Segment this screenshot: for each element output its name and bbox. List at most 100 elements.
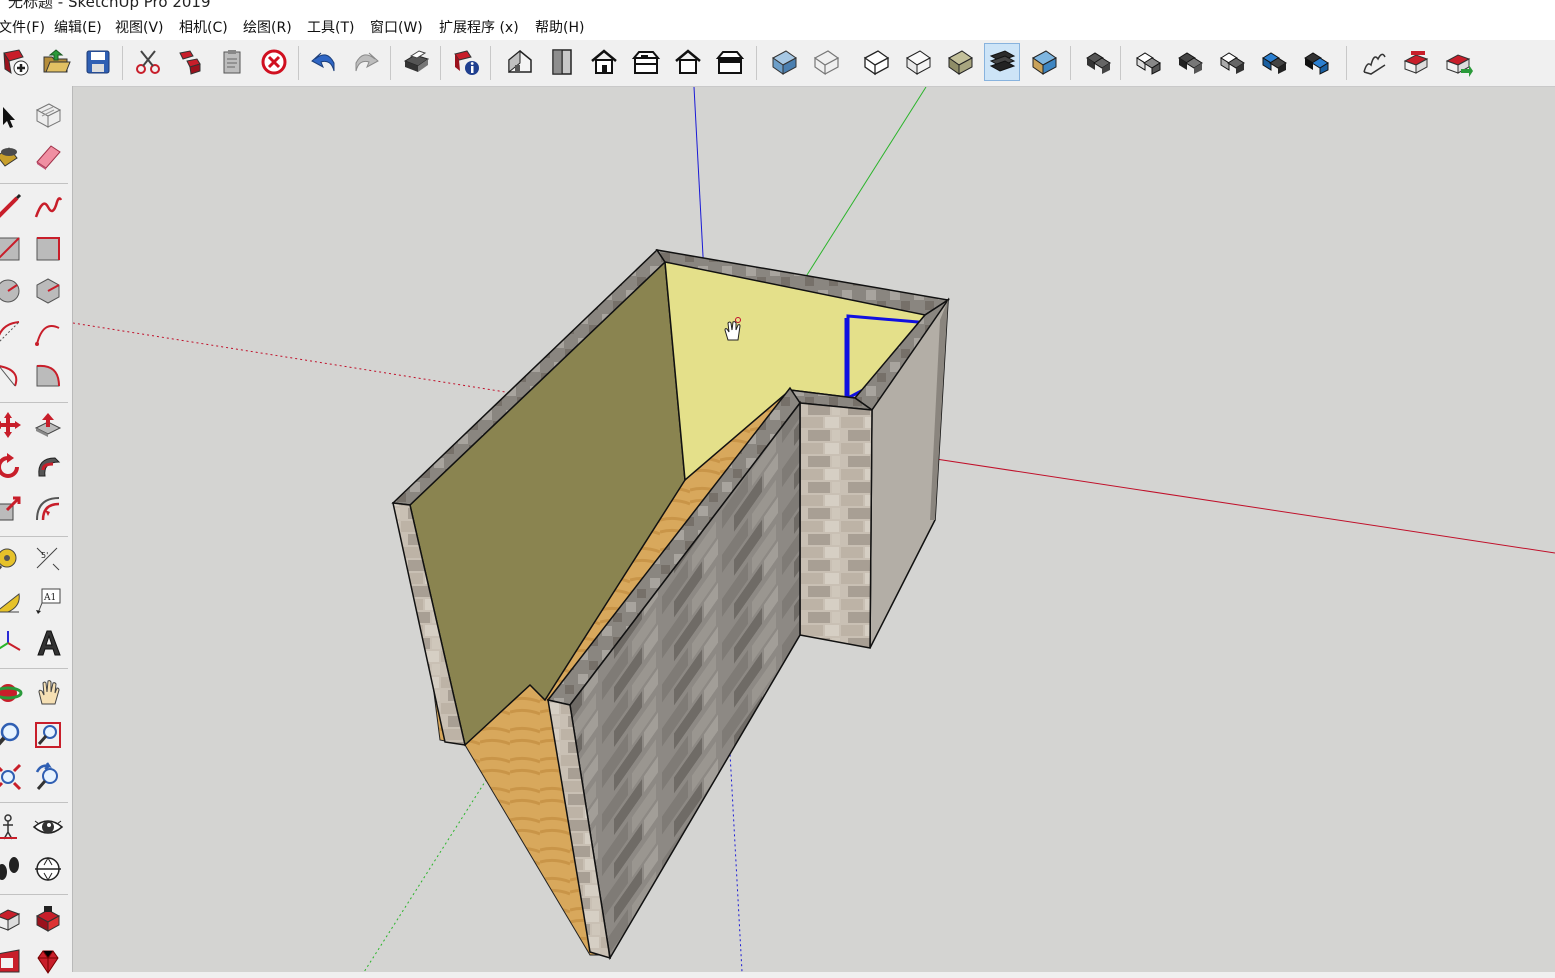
two-point-arc-icon[interactable]	[32, 316, 64, 350]
toolbar-separator	[1120, 46, 1121, 80]
split-icon[interactable]	[1298, 43, 1334, 81]
top-view-icon[interactable]	[544, 43, 580, 81]
subtract-icon[interactable]	[1172, 43, 1208, 81]
select-icon[interactable]	[0, 100, 24, 134]
front-short-wall-face[interactable]	[799, 402, 873, 649]
main-toolbar	[0, 40, 1555, 87]
ruby-icon[interactable]	[32, 944, 64, 978]
menu-tools[interactable]: 工具(T)	[307, 17, 354, 37]
walk-icon[interactable]	[0, 852, 24, 886]
left-toolbar-separator	[0, 402, 68, 403]
component-icon[interactable]	[32, 98, 64, 132]
warehouse-icon-2[interactable]	[0, 902, 24, 936]
protractor-icon[interactable]	[0, 584, 24, 618]
extension-warehouse-icon[interactable]	[1440, 43, 1476, 81]
polygon-icon[interactable]	[32, 274, 64, 308]
line-icon[interactable]	[0, 190, 24, 224]
copy-icon[interactable]	[172, 43, 208, 81]
position-camera-icon[interactable]	[0, 810, 24, 844]
toolbar-separator	[1070, 46, 1071, 80]
toolbar-separator	[490, 46, 491, 80]
circle-icon[interactable]	[0, 274, 24, 308]
3d-text-icon[interactable]	[32, 626, 64, 660]
previous-view-icon[interactable]	[32, 760, 64, 794]
arc-icon[interactable]	[0, 316, 24, 350]
delete-icon[interactable]	[256, 43, 292, 81]
save-icon[interactable]	[80, 43, 116, 81]
model-info-icon[interactable]	[448, 43, 484, 81]
layout-icon[interactable]	[0, 944, 24, 978]
paint-bucket-icon[interactable]	[0, 140, 24, 174]
new-icon[interactable]	[0, 43, 34, 81]
look-around-icon[interactable]	[32, 810, 64, 844]
three-point-arc-icon[interactable]	[0, 358, 24, 392]
undo-icon[interactable]	[306, 43, 342, 81]
toolbar-separator	[298, 46, 299, 80]
iso-view-icon[interactable]	[502, 43, 538, 81]
redo-icon[interactable]	[348, 43, 384, 81]
back-view-icon[interactable]	[670, 43, 706, 81]
menu-draw[interactable]: 绘图(R)	[243, 17, 292, 37]
model-viewport[interactable]	[73, 87, 1555, 972]
outer-shell-icon[interactable]	[1080, 43, 1116, 81]
dimension-icon[interactable]: 5'	[32, 542, 64, 576]
menu-extensions[interactable]: 扩展程序 (x)	[439, 17, 519, 37]
left-toolbar-separator	[0, 183, 68, 184]
rotate-icon[interactable]	[0, 450, 24, 484]
menu-camera[interactable]: 相机(C)	[179, 17, 228, 37]
toolbar-separator	[440, 46, 441, 80]
scale-icon[interactable]	[0, 492, 24, 526]
left-view-icon[interactable]	[712, 43, 748, 81]
toolbar-separator	[1346, 46, 1347, 80]
shaded-textures-style-icon[interactable]	[942, 43, 978, 81]
window-title: 无标题 - SketchUp Pro 2019	[8, 0, 211, 10]
menu-window[interactable]: 窗口(W)	[370, 17, 423, 37]
paste-icon[interactable]	[214, 43, 250, 81]
menu-bar: 文件(F) 编辑(E) 视图(V) 相机(C) 绘图(R) 工具(T) 窗口(W…	[0, 10, 1555, 40]
move-icon[interactable]	[0, 408, 24, 442]
tape-measure-icon[interactable]	[0, 542, 24, 576]
color-style-icon[interactable]	[1026, 43, 1062, 81]
push-pull-icon[interactable]	[32, 408, 64, 442]
left-toolbar-separator	[0, 536, 68, 537]
monochrome-style-icon[interactable]	[984, 43, 1020, 81]
right-view-icon[interactable]	[628, 43, 664, 81]
text-icon[interactable]: A1	[32, 584, 64, 618]
hidden-line-style-icon[interactable]	[858, 43, 894, 81]
warehouse-icon[interactable]	[1398, 43, 1434, 81]
zoom-extents-icon[interactable]	[0, 760, 24, 794]
zoom-icon[interactable]	[0, 718, 24, 752]
menu-edit[interactable]: 编辑(E)	[54, 17, 102, 37]
wireframe-style-icon[interactable]	[808, 43, 844, 81]
left-toolbar-separator	[0, 802, 68, 803]
print-icon[interactable]	[398, 43, 434, 81]
front-view-icon[interactable]	[586, 43, 622, 81]
union-icon[interactable]	[1130, 43, 1166, 81]
extension-manager-icon[interactable]	[32, 902, 64, 936]
menu-help[interactable]: 帮助(H)	[535, 17, 584, 37]
pie-icon[interactable]	[32, 358, 64, 392]
zoom-window-icon[interactable]	[32, 718, 64, 752]
axes-icon[interactable]	[0, 626, 24, 660]
follow-me-icon[interactable]	[32, 450, 64, 484]
menu-file[interactable]: 文件(F)	[0, 17, 45, 37]
xray-style-icon[interactable]	[766, 43, 802, 81]
cut-icon[interactable]	[130, 43, 166, 81]
toolbar-separator	[390, 46, 391, 80]
trim-icon[interactable]	[1256, 43, 1292, 81]
offset-icon[interactable]	[32, 492, 64, 526]
intersect-icon[interactable]	[1214, 43, 1250, 81]
shaded-style-icon[interactable]	[900, 43, 936, 81]
orbit-icon[interactable]	[0, 676, 24, 710]
title-bar: 无标题 - SketchUp Pro 2019	[0, 0, 1555, 10]
pan-icon[interactable]	[32, 676, 64, 710]
open-icon[interactable]	[38, 43, 74, 81]
rectangle-icon[interactable]	[0, 232, 24, 266]
rotated-rectangle-icon[interactable]	[32, 232, 64, 266]
menu-view[interactable]: 视图(V)	[115, 17, 164, 37]
text-tool-label: A1	[43, 593, 56, 603]
sandbox-icon[interactable]	[1356, 43, 1392, 81]
section-plane-icon[interactable]	[32, 852, 64, 886]
eraser-icon[interactable]	[32, 140, 64, 174]
freehand-icon[interactable]	[32, 190, 64, 224]
